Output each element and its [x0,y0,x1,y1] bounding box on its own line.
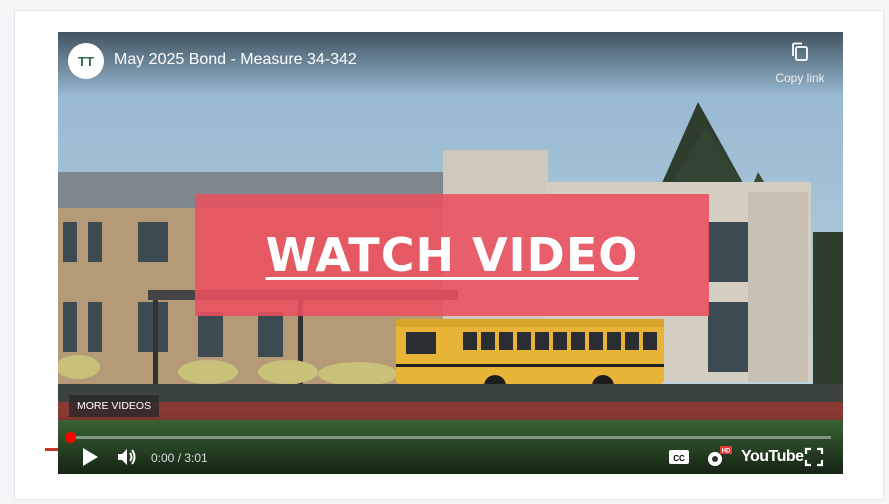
watch-video-text: WATCH VIDEO [265,228,639,282]
copy-icon [792,42,808,61]
captions-button[interactable]: CC [668,449,690,470]
watch-video-overlay[interactable]: WATCH VIDEO [195,194,709,316]
progress-bar[interactable] [65,432,831,443]
play-button[interactable] [80,446,100,473]
fullscreen-button[interactable] [804,447,824,472]
video-title[interactable]: May 2025 Bond - Measure 34-342 [114,51,357,69]
copy-link-label: Copy link [775,71,825,85]
copy-link-button[interactable]: Copy link [764,42,836,85]
volume-button[interactable] [116,446,138,473]
youtube-logo[interactable]: YouTube [741,448,804,466]
fullscreen-icon [804,447,824,467]
video-player[interactable]: TT May 2025 Bond - Measure 34-342 Copy l… [58,32,843,474]
cc-label: CC [673,454,685,463]
channel-avatar[interactable]: TT [68,43,104,79]
settings-button[interactable]: HD [704,445,732,474]
scrubber-handle[interactable] [65,432,76,443]
settings-icon: HD [708,446,732,466]
play-icon [83,448,98,466]
hd-badge: HD [722,449,731,455]
cc-icon: CC [669,450,689,464]
time-display: 0:00 / 3:01 [151,451,208,465]
decorative-line [45,448,59,451]
volume-icon [118,449,136,465]
